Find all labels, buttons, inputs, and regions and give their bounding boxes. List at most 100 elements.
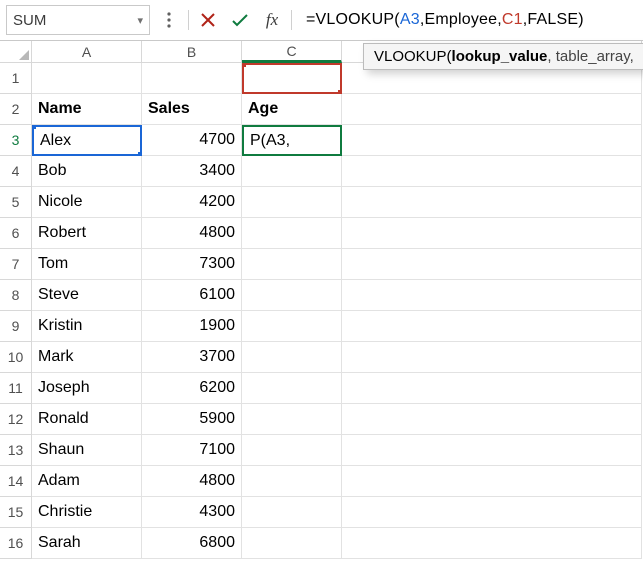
cell[interactable]: Nicole xyxy=(32,187,142,218)
function-tooltip: VLOOKUP(lookup_value, table_array, xyxy=(363,43,643,70)
cell[interactable] xyxy=(342,404,642,435)
row-header[interactable]: 3 xyxy=(0,125,32,156)
row-header[interactable]: 2 xyxy=(0,94,32,125)
name-box-text: SUM xyxy=(13,12,46,29)
cell[interactable]: Kristin xyxy=(32,311,142,342)
row-header[interactable]: 14 xyxy=(0,466,32,497)
cell[interactable] xyxy=(242,497,342,528)
cell[interactable] xyxy=(242,187,342,218)
select-all-corner[interactable] xyxy=(0,41,32,63)
cell[interactable] xyxy=(242,466,342,497)
active-cell[interactable]: P(A3, xyxy=(242,125,342,156)
cell[interactable] xyxy=(342,373,642,404)
chevron-down-icon[interactable]: ▾ xyxy=(137,14,143,27)
row-header[interactable]: 11 xyxy=(0,373,32,404)
cell[interactable] xyxy=(342,528,642,559)
cell[interactable] xyxy=(342,249,642,280)
cell[interactable]: Tom xyxy=(32,249,142,280)
row-header[interactable]: 7 xyxy=(0,249,32,280)
row-header[interactable]: 12 xyxy=(0,404,32,435)
cancel-icon[interactable] xyxy=(195,7,221,33)
col-header-B[interactable]: B xyxy=(142,41,242,63)
row-header[interactable]: 13 xyxy=(0,435,32,466)
cell[interactable]: 6100 xyxy=(142,280,242,311)
row-header[interactable]: 10 xyxy=(0,342,32,373)
row-header[interactable]: 15 xyxy=(0,497,32,528)
cell[interactable]: Mark xyxy=(32,342,142,373)
fx-icon[interactable]: fx xyxy=(259,7,285,33)
more-icon[interactable] xyxy=(156,7,182,33)
table-row: 16 Sarah 6800 xyxy=(0,528,643,559)
cell[interactable]: Shaun xyxy=(32,435,142,466)
name-box[interactable]: SUM ▾ xyxy=(6,5,150,35)
cell[interactable] xyxy=(342,435,642,466)
cell[interactable] xyxy=(242,249,342,280)
cell-c1[interactable] xyxy=(242,63,342,94)
enter-icon[interactable] xyxy=(227,7,253,33)
row-header[interactable]: 8 xyxy=(0,280,32,311)
row-header[interactable]: 4 xyxy=(0,156,32,187)
table-row: 12 Ronald 5900 xyxy=(0,404,643,435)
col-header-A[interactable]: A xyxy=(32,41,142,63)
cell[interactable]: Adam xyxy=(32,466,142,497)
cell[interactable] xyxy=(242,342,342,373)
col-header-C[interactable]: C xyxy=(242,41,342,63)
cell[interactable] xyxy=(342,94,642,125)
cell[interactable] xyxy=(342,497,642,528)
cell[interactable]: 7300 xyxy=(142,249,242,280)
cell[interactable]: 7100 xyxy=(142,435,242,466)
cell[interactable]: 4700 xyxy=(142,125,242,156)
row-header[interactable]: 9 xyxy=(0,311,32,342)
cell[interactable] xyxy=(242,218,342,249)
cell[interactable] xyxy=(342,218,642,249)
cell[interactable] xyxy=(342,156,642,187)
cell[interactable] xyxy=(342,125,642,156)
cell[interactable]: 4200 xyxy=(142,187,242,218)
cell[interactable] xyxy=(242,311,342,342)
row-header[interactable]: 5 xyxy=(0,187,32,218)
cell[interactable] xyxy=(342,311,642,342)
row-header[interactable]: 16 xyxy=(0,528,32,559)
cell[interactable] xyxy=(242,156,342,187)
cell[interactable] xyxy=(242,404,342,435)
formula-arg3: C1 xyxy=(502,11,523,28)
cell[interactable]: Sarah xyxy=(32,528,142,559)
cell[interactable] xyxy=(242,373,342,404)
formula-arg1: A3 xyxy=(400,11,420,28)
cell[interactable]: 4800 xyxy=(142,218,242,249)
cell[interactable]: 6200 xyxy=(142,373,242,404)
header-sales[interactable]: Sales xyxy=(142,94,242,125)
cell[interactable]: 6800 xyxy=(142,528,242,559)
cell[interactable] xyxy=(242,528,342,559)
cell[interactable] xyxy=(242,435,342,466)
cell[interactable]: 3400 xyxy=(142,156,242,187)
cell[interactable] xyxy=(32,63,142,94)
formula-input[interactable]: =VLOOKUP(A3,Employee,C1,FALSE) xyxy=(298,11,643,29)
cell[interactable]: Joseph xyxy=(32,373,142,404)
cell-a3[interactable]: Alex xyxy=(32,125,142,156)
row-header[interactable]: 1 xyxy=(0,63,32,94)
cell[interactable]: Bob xyxy=(32,156,142,187)
cell[interactable]: 4300 xyxy=(142,497,242,528)
header-age[interactable]: Age xyxy=(242,94,342,125)
table-row: 4 Bob 3400 xyxy=(0,156,643,187)
cell[interactable]: 4800 xyxy=(142,466,242,497)
cell[interactable]: 5900 xyxy=(142,404,242,435)
cell[interactable] xyxy=(342,466,642,497)
cell[interactable] xyxy=(342,342,642,373)
cell[interactable]: Christie xyxy=(32,497,142,528)
cell[interactable] xyxy=(142,63,242,94)
cell[interactable] xyxy=(342,187,642,218)
cell[interactable]: 3700 xyxy=(142,342,242,373)
table-row: 6 Robert 4800 xyxy=(0,218,643,249)
table-row: 14 Adam 4800 xyxy=(0,466,643,497)
cell[interactable]: Steve xyxy=(32,280,142,311)
cell[interactable]: 1900 xyxy=(142,311,242,342)
cell[interactable] xyxy=(242,280,342,311)
cell[interactable]: Ronald xyxy=(32,404,142,435)
formula-arg4: FALSE xyxy=(527,11,578,28)
row-header[interactable]: 6 xyxy=(0,218,32,249)
cell[interactable]: Robert xyxy=(32,218,142,249)
cell[interactable] xyxy=(342,280,642,311)
header-name[interactable]: Name xyxy=(32,94,142,125)
